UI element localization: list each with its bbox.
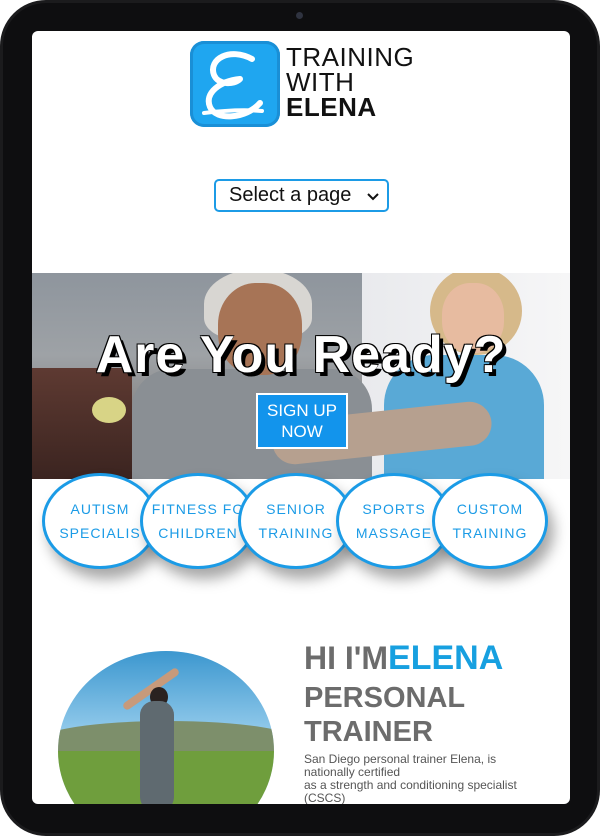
service-label: SPORTS — [362, 501, 426, 517]
camera-icon — [296, 12, 303, 19]
service-label: AUTISM — [70, 501, 130, 517]
role-line-1: PERSONAL — [304, 682, 466, 714]
chevron-down-icon — [367, 188, 379, 204]
about-section: HI I'MELENA PERSONAL TRAINER San Diego p… — [32, 591, 570, 804]
bio-line-4: (CSCS) — [304, 791, 346, 805]
hero-banner: Are You Ready? SIGN UP NOW — [32, 273, 570, 479]
about-role: PERSONAL TRAINER — [304, 681, 534, 749]
greeting-text: HI I'M — [304, 640, 389, 676]
page-select[interactable]: Select a page — [214, 179, 389, 212]
photo-person — [140, 701, 174, 804]
service-custom-training[interactable]: CUSTOM TRAINING — [432, 473, 548, 569]
tablet-frame: TRAINING WITH ELENA Select a page Are Yo… — [0, 0, 600, 836]
service-label: TRAINING — [452, 525, 528, 541]
service-label: MASSAGE — [355, 525, 433, 541]
sign-up-button[interactable]: SIGN UP NOW — [256, 393, 348, 449]
logo-badge — [190, 41, 280, 127]
sign-up-line-2: NOW — [281, 422, 323, 441]
role-line-2: TRAINER — [304, 716, 433, 748]
hero-title: Are You Ready? — [95, 326, 507, 384]
page-select-label: Select a page — [229, 184, 352, 206]
about-greeting: HI I'MELENA — [304, 639, 503, 678]
service-label: SPECIALIS — [59, 525, 141, 541]
elena-photo — [58, 651, 274, 804]
about-bio: San Diego personal trainer Elena, is nat… — [304, 753, 554, 805]
site-logo[interactable]: TRAINING WITH ELENA — [190, 41, 420, 127]
service-label: CUSTOM — [456, 501, 524, 517]
service-label: CHILDREN — [158, 525, 238, 541]
service-label: SENIOR — [266, 501, 326, 517]
sign-up-line-1: SIGN UP — [267, 401, 337, 420]
service-label: FITNESS FO — [151, 501, 245, 517]
about-name: ELENA — [388, 639, 504, 677]
hero-ball — [92, 397, 126, 423]
logo-wordmark: TRAINING WITH ELENA — [286, 44, 414, 122]
screen: TRAINING WITH ELENA Select a page Are Yo… — [32, 31, 570, 804]
script-e-icon — [202, 51, 264, 120]
service-label: TRAINING — [258, 525, 334, 541]
services-row: AUTISM SPECIALIS FITNESS FO CHILDREN SENIO… — [32, 461, 570, 591]
logo-line-3: ELENA — [286, 92, 377, 122]
